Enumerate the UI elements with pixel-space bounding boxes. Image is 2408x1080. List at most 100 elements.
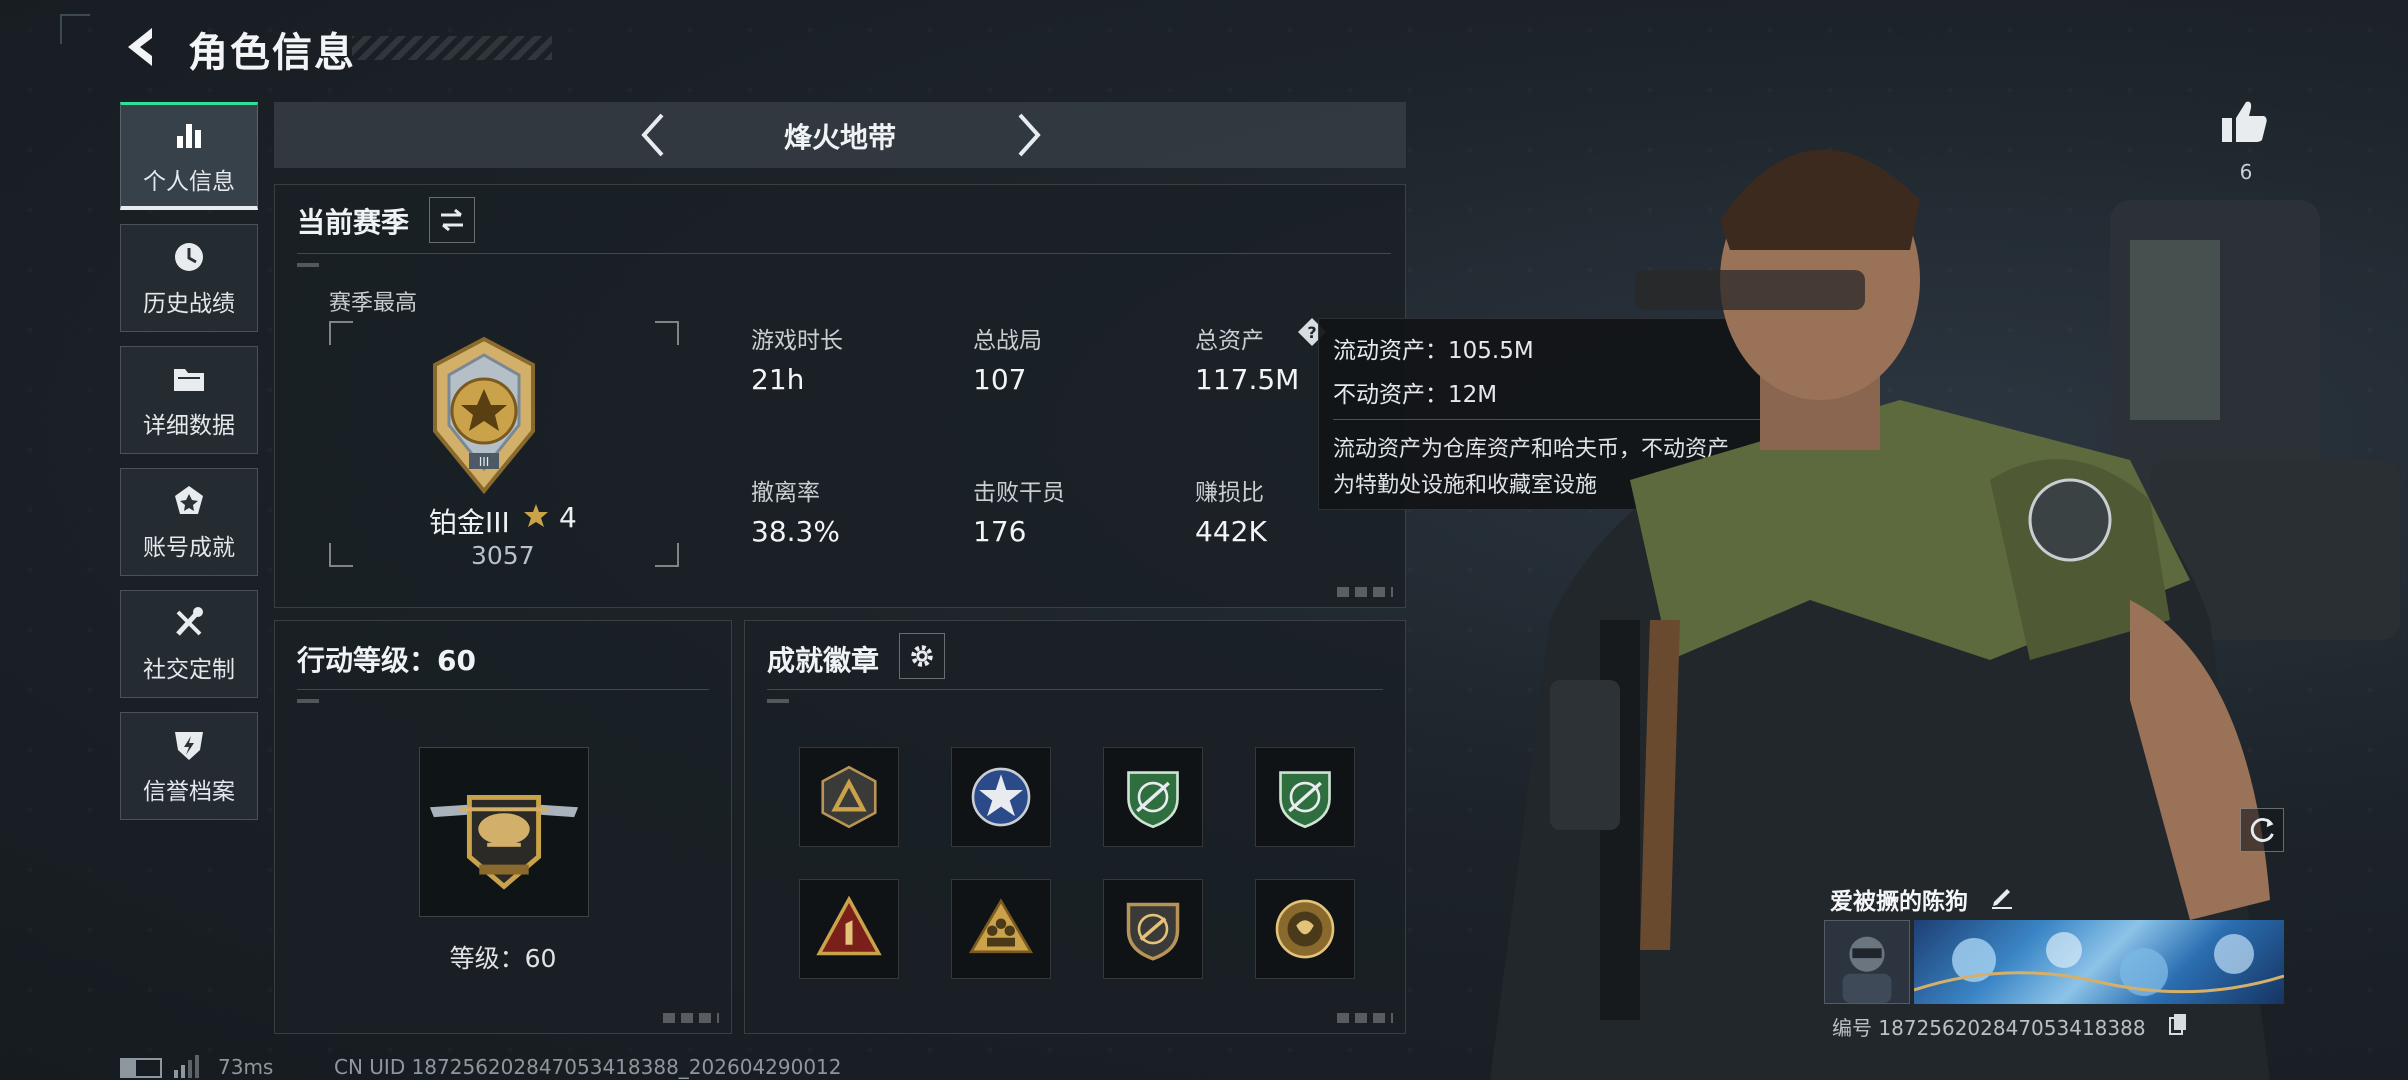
- rank-emblem-icon[interactable]: III: [421, 335, 547, 495]
- battery-icon: [120, 1058, 162, 1078]
- stat-label-total-assets: 总资产: [1195, 328, 1264, 354]
- title-decoration: [352, 36, 552, 60]
- level-text: 等级：60: [449, 944, 557, 973]
- season-title: 当前赛季: [297, 206, 410, 239]
- corner-decoration: [663, 1013, 719, 1023]
- uid-text: CN UID 187256202847053418388_20260429001…: [334, 1055, 842, 1079]
- sidebar-item-label: 个人信息: [143, 168, 235, 195]
- stat-value-profit-ratio: 442K: [1195, 515, 1267, 548]
- badge-settings-button[interactable]: [899, 633, 945, 679]
- badge-slot[interactable]: [951, 747, 1051, 847]
- next-mode-button[interactable]: [1002, 110, 1052, 160]
- chevron-right-icon: [1018, 113, 1041, 157]
- shield-lightning-icon: [175, 732, 203, 760]
- badge-slot[interactable]: [1255, 747, 1355, 847]
- sidebar-item-history[interactable]: 历史战绩: [120, 224, 258, 332]
- gold-emblem-badge-icon: [1275, 899, 1335, 959]
- level-emblem-frame[interactable]: [419, 747, 589, 917]
- mode-title: 烽火地带: [783, 121, 896, 154]
- stat-label-kills: 击败干员: [973, 480, 1065, 506]
- star-badge-icon: [971, 767, 1031, 827]
- frame-corner: [329, 543, 353, 567]
- soldiers-badge-icon: [968, 898, 1034, 954]
- bar-chart-icon: [177, 123, 201, 148]
- back-button[interactable]: [118, 22, 168, 72]
- decoration: [767, 699, 789, 703]
- switch-season-button[interactable]: [429, 197, 475, 243]
- triangle-badge-icon: [821, 765, 877, 829]
- rank-name: 铂金III: [429, 506, 510, 539]
- sidebar-item-social[interactable]: 社交定制: [120, 590, 258, 698]
- corner-decoration: [60, 14, 90, 44]
- green-shield-badge-icon: [1127, 771, 1179, 829]
- sidebar-item-detail-data[interactable]: 详细数据: [120, 346, 258, 454]
- sidebar-item-achievements[interactable]: 账号成就: [120, 468, 258, 576]
- stat-label-extract-rate: 撤离率: [751, 480, 820, 506]
- panel-divider: [297, 689, 709, 690]
- season-panel: 当前赛季 赛季最高 III 铂金III 4 3057 游戏时长 21h 总战局 …: [274, 184, 1406, 608]
- sidebar-item-label: 信誉档案: [143, 779, 235, 805]
- sidebar-item-label: 历史战绩: [143, 291, 235, 317]
- stat-value-play-time: 21h: [751, 363, 805, 396]
- like-count: 6: [2239, 160, 2253, 184]
- number-one-badge-icon: [816, 895, 882, 956]
- badges-title: 成就徽章: [767, 644, 880, 677]
- sidebar-item-personal-info[interactable]: 个人信息: [120, 102, 258, 210]
- sidebar-item-label: 社交定制: [143, 657, 235, 683]
- knife-badge-icon: [1126, 902, 1180, 961]
- stat-label-total-matches: 总战局: [973, 328, 1042, 354]
- corner-decoration: [1337, 1013, 1393, 1023]
- rank-stars: 4: [559, 501, 577, 534]
- stat-label-profit-ratio: 赚损比: [1195, 480, 1264, 506]
- action-level-title: 行动等级：60: [297, 644, 476, 677]
- rank-score: 3057: [471, 541, 535, 570]
- thumbs-up-icon: [2222, 101, 2267, 142]
- avatar[interactable]: [1824, 920, 1910, 1004]
- badge-slot[interactable]: [951, 879, 1051, 979]
- sidebar: 个人信息 历史战绩 详细数据 账号成就 社交定制 信誉档案: [120, 102, 258, 834]
- panel-divider: [297, 253, 1391, 254]
- refresh-icon: [2250, 818, 2274, 842]
- folder-icon: [174, 369, 204, 391]
- corner-decoration: [1337, 587, 1393, 597]
- page-title: 角色信息: [188, 30, 356, 76]
- gear-icon: [911, 645, 933, 667]
- name-card-banner[interactable]: [1913, 920, 2285, 1004]
- flowers-banner-icon: [1913, 932, 2285, 996]
- like-button[interactable]: [2218, 96, 2270, 148]
- ping: 73ms: [218, 1055, 274, 1079]
- copy-code-button[interactable]: [2168, 1012, 2188, 1036]
- action-level-panel: 行动等级：60 等级：60: [274, 620, 732, 1034]
- svg-text:?: ?: [1307, 323, 1316, 342]
- achievement-icon: [175, 486, 203, 514]
- sidebar-item-label: 账号成就: [143, 535, 235, 561]
- stat-value-extract-rate: 38.3%: [751, 515, 840, 548]
- player-code: 编号 1872562028470534183​88: [1832, 1016, 2146, 1040]
- badge-slot[interactable]: [1103, 747, 1203, 847]
- decoration: [297, 263, 319, 267]
- stat-value-kills: 176: [973, 515, 1027, 548]
- star-icon: [523, 503, 549, 529]
- stat-value-total-assets: 117.5M: [1195, 363, 1300, 396]
- operator-avatar-icon: [1842, 936, 1892, 1003]
- pencil-icon: [1992, 889, 2012, 909]
- sidebar-item-reputation[interactable]: 信誉档案: [120, 712, 258, 820]
- frame-corner: [655, 543, 679, 567]
- badges-panel: 成就徽章: [744, 620, 1406, 1034]
- swap-icon: [441, 208, 463, 232]
- stat-value-total-matches: 107: [973, 363, 1027, 396]
- rotate-view-button[interactable]: [2240, 808, 2284, 852]
- badge-slot[interactable]: [1103, 879, 1203, 979]
- frame-corner: [655, 321, 679, 345]
- badge-slot[interactable]: [799, 879, 899, 979]
- season-best-label: 赛季最高: [329, 291, 418, 316]
- badge-slot[interactable]: [1255, 879, 1355, 979]
- edit-name-button[interactable]: [1988, 882, 2016, 910]
- badge-slot[interactable]: [799, 747, 899, 847]
- player-name: 爱被撅的陈狗: [1830, 889, 1968, 915]
- panel-divider: [767, 689, 1383, 690]
- clock-icon: [175, 243, 203, 271]
- svg-text:III: III: [479, 455, 490, 469]
- helicopter-emblem-icon: [429, 794, 579, 890]
- back-arrow-icon: [128, 28, 152, 66]
